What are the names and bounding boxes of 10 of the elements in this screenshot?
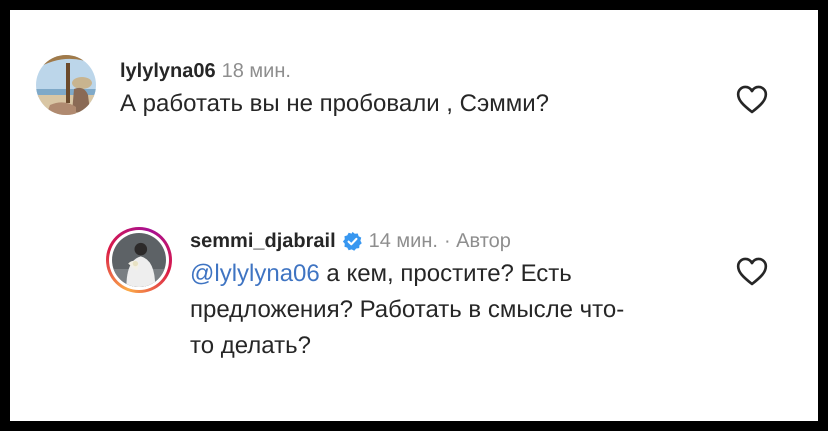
comment-text: А работать вы не пробовали , Сэмми? (120, 89, 550, 119)
comment-time: 18 мин. (222, 59, 291, 84)
comment-time: 14 мин. (368, 229, 438, 254)
username[interactable]: lylylyna06 (120, 58, 216, 84)
author-tag: · Автор (444, 228, 511, 254)
mention-link[interactable]: @lylylyna06 (190, 260, 320, 287)
heart-icon[interactable] (736, 85, 768, 114)
comment-text: @lylylyna06 а кем, простите? Есть предложения? Работать в смысле что-то делать? (190, 259, 626, 361)
username[interactable]: semmi_djabrail (190, 228, 336, 254)
heart-icon[interactable] (736, 257, 768, 286)
